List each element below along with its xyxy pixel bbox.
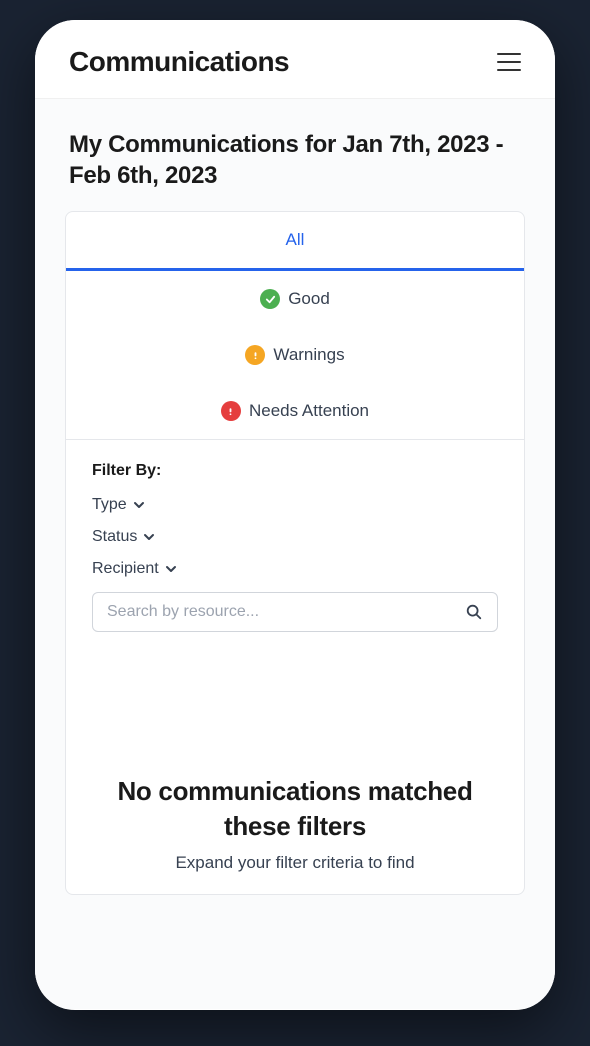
page-title: My Communications for Jan 7th, 2023 - Fe… [35, 99, 555, 211]
tab-warnings-label: Warnings [273, 345, 344, 365]
hamburger-menu-icon[interactable] [497, 53, 521, 71]
chevron-down-icon [165, 563, 177, 575]
chevron-down-icon [143, 531, 155, 543]
app-title: Communications [69, 46, 289, 78]
filter-type-label: Type [92, 496, 127, 514]
check-circle-icon [260, 289, 280, 309]
filter-recipient-label: Recipient [92, 560, 159, 578]
search-box[interactable] [92, 592, 498, 632]
tab-warnings[interactable]: Warnings [66, 327, 524, 383]
filter-title: Filter By: [92, 462, 498, 480]
empty-state: No communications matched these filters … [66, 654, 524, 894]
alert-circle-icon [221, 401, 241, 421]
content-area: My Communications for Jan 7th, 2023 - Fe… [35, 99, 555, 1009]
status-tabs: All Good Warnings [66, 212, 524, 439]
search-icon [465, 603, 483, 621]
exclamation-circle-icon [245, 345, 265, 365]
app-frame: Communications My Communications for Jan… [35, 20, 555, 1010]
app-header: Communications [35, 20, 555, 99]
empty-state-subtitle: Expand your filter criteria to find [106, 851, 484, 875]
filter-status-dropdown[interactable]: Status [92, 528, 498, 546]
main-card: All Good Warnings [65, 211, 525, 895]
tab-good[interactable]: Good [66, 271, 524, 327]
chevron-down-icon [133, 499, 145, 511]
search-input[interactable] [107, 603, 465, 621]
filter-section: Filter By: Type Status Recipient [66, 440, 524, 654]
filter-recipient-dropdown[interactable]: Recipient [92, 560, 498, 578]
filter-status-label: Status [92, 528, 137, 546]
empty-state-title: No communications matched these filters [106, 774, 484, 844]
tab-needs-attention-label: Needs Attention [249, 401, 369, 421]
tab-all-label: All [286, 230, 305, 250]
tab-good-label: Good [288, 289, 330, 309]
tab-needs-attention[interactable]: Needs Attention [66, 383, 524, 439]
tab-all[interactable]: All [66, 212, 524, 271]
filter-type-dropdown[interactable]: Type [92, 496, 498, 514]
